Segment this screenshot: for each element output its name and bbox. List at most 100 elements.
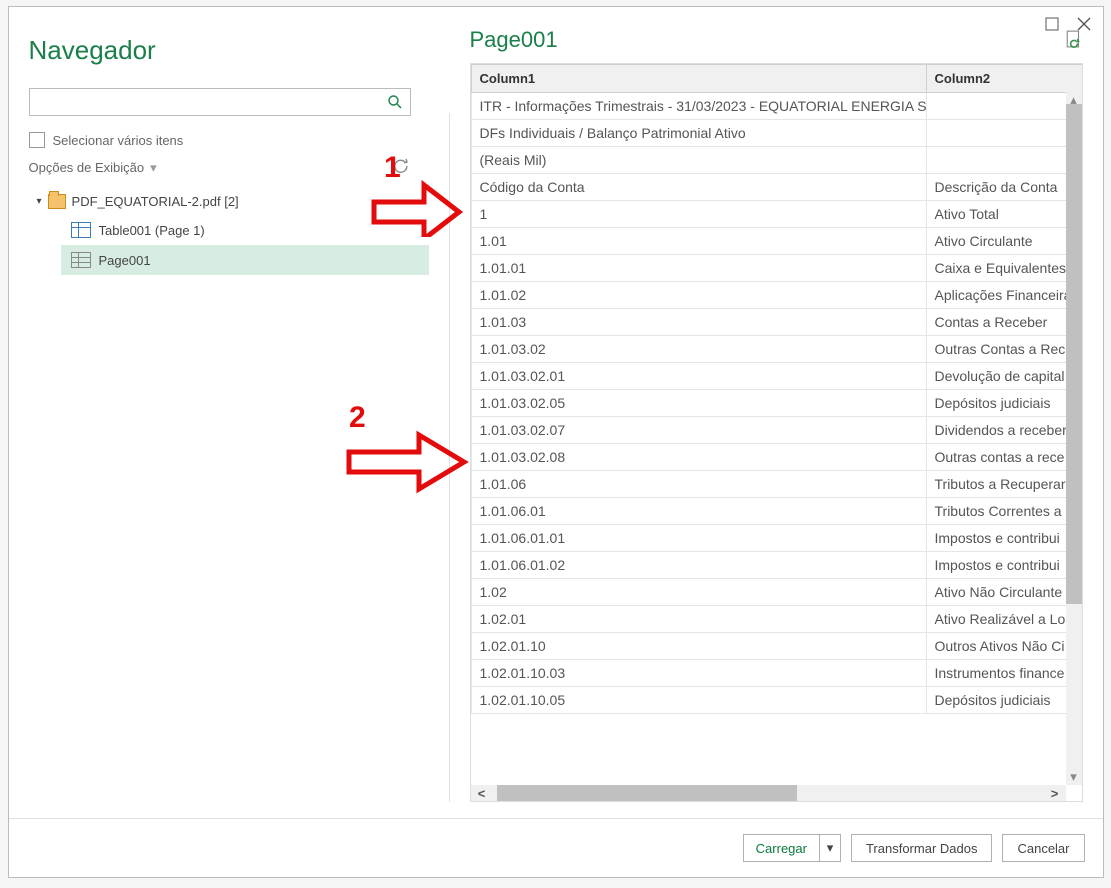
- table-cell: 1.01.03.02.01: [471, 363, 926, 390]
- table-cell: Instrumentos finance: [926, 660, 1083, 687]
- table-row[interactable]: DFs Individuais / Balanço Patrimonial At…: [471, 120, 1083, 147]
- tree-item-label: Table001 (Page 1): [99, 223, 205, 238]
- display-options-label: Opções de Exibição: [29, 160, 145, 175]
- table-row[interactable]: 1.01.02Aplicações Financeira: [471, 282, 1083, 309]
- table-cell: 1.01.02: [471, 282, 926, 309]
- table-cell: Código da Conta: [471, 174, 926, 201]
- table-cell: ITR - Informações Trimestrais - 31/03/20…: [471, 93, 926, 120]
- titlebar: [1033, 7, 1103, 63]
- tree-root-label: PDF_EQUATORIAL-2.pdf [2]: [72, 194, 239, 209]
- cancel-button[interactable]: Cancelar: [1002, 834, 1084, 862]
- annotation-arrow-2: 2: [339, 397, 469, 497]
- table-cell: 1.01.03.02: [471, 336, 926, 363]
- table-cell: [926, 120, 1083, 147]
- maximize-button[interactable]: [1043, 15, 1061, 33]
- table-cell: 1.01.03.02.05: [471, 390, 926, 417]
- table-cell: Ativo Circulante: [926, 228, 1083, 255]
- table-cell: Impostos e contribui: [926, 552, 1083, 579]
- table-row[interactable]: 1.02Ativo Não Circulante: [471, 579, 1083, 606]
- table-cell: Descrição da Conta: [926, 174, 1083, 201]
- scroll-left-icon[interactable]: <: [471, 786, 493, 801]
- table-icon: [71, 222, 91, 238]
- close-button[interactable]: [1075, 15, 1093, 33]
- column-header[interactable]: Column2: [926, 65, 1083, 93]
- search-box[interactable]: [29, 88, 411, 116]
- table-cell: 1: [471, 201, 926, 228]
- table-cell: Ativo Realizável a Lo: [926, 606, 1083, 633]
- caret-down-icon: ▾: [150, 160, 157, 176]
- tree-item-label: Page001: [99, 253, 151, 268]
- table-row[interactable]: 1.01.03.02.05Depósitos judiciais: [471, 390, 1083, 417]
- table-cell: Outras Contas a Rece: [926, 336, 1083, 363]
- tree-item[interactable]: Page001: [61, 245, 429, 275]
- table-cell: Depósitos judiciais: [926, 390, 1083, 417]
- load-dropdown-caret[interactable]: ▾: [819, 835, 840, 861]
- table-cell: Caixa e Equivalentes: [926, 255, 1083, 282]
- table-cell: Devolução de capital: [926, 363, 1083, 390]
- table-row[interactable]: 1.01.03.02.08Outras contas a rece: [471, 444, 1083, 471]
- table-cell: Aplicações Financeira: [926, 282, 1083, 309]
- multi-select-label: Selecionar vários itens: [53, 133, 184, 148]
- table-cell: 1.01.06.01: [471, 498, 926, 525]
- vertical-scrollbar[interactable]: ▴ ▾: [1066, 92, 1082, 785]
- annotation-arrow-1: 1: [364, 147, 464, 237]
- table-cell: 1.01.03.02.07: [471, 417, 926, 444]
- table-row[interactable]: Código da ContaDescrição da Conta: [471, 174, 1083, 201]
- table-row[interactable]: 1Ativo Total: [471, 201, 1083, 228]
- table-cell: 1.01: [471, 228, 926, 255]
- table-cell: Tributos a Recuperar: [926, 471, 1083, 498]
- vertical-scroll-thumb[interactable]: [1066, 104, 1082, 604]
- multi-select-checkbox[interactable]: [29, 132, 45, 148]
- table-row[interactable]: 1.01.01Caixa e Equivalentes: [471, 255, 1083, 282]
- table-row[interactable]: 1.01.03.02.07Dividendos a receber: [471, 417, 1083, 444]
- multi-select-row[interactable]: Selecionar vários itens: [29, 132, 429, 148]
- table-cell: 1.01.03: [471, 309, 926, 336]
- table-cell: Contas a Receber: [926, 309, 1083, 336]
- table-row[interactable]: (Reais Mil): [471, 147, 1083, 174]
- table-row[interactable]: 1.01.06Tributos a Recuperar: [471, 471, 1083, 498]
- horizontal-scroll-thumb[interactable]: [497, 785, 797, 801]
- transform-button[interactable]: Transformar Dados: [851, 834, 993, 862]
- table-cell: Tributos Correntes a: [926, 498, 1083, 525]
- table-row[interactable]: 1.01.03.02Outras Contas a Rece: [471, 336, 1083, 363]
- table-row[interactable]: 1.01.06.01Tributos Correntes a: [471, 498, 1083, 525]
- table-row[interactable]: 1.01.03.02.01Devolução de capital: [471, 363, 1083, 390]
- horizontal-scrollbar[interactable]: < >: [471, 785, 1066, 801]
- table-row[interactable]: 1.02.01Ativo Realizável a Lo: [471, 606, 1083, 633]
- table-row[interactable]: 1.02.01.10.05Depósitos judiciais: [471, 687, 1083, 714]
- table-cell: (Reais Mil): [471, 147, 926, 174]
- table-cell: [926, 93, 1083, 120]
- navigator-dialog: Navegador Selecionar vários itens Opções…: [8, 6, 1104, 878]
- table-cell: Depósitos judiciais: [926, 687, 1083, 714]
- column-header[interactable]: Column1: [471, 65, 926, 93]
- table-cell: 1.01.06.01.01: [471, 525, 926, 552]
- table-row[interactable]: 1.01.06.01.02Impostos e contribui: [471, 552, 1083, 579]
- table-cell: 1.02: [471, 579, 926, 606]
- load-button[interactable]: Carregar ▾: [743, 834, 841, 862]
- table-cell: Outras contas a rece: [926, 444, 1083, 471]
- table-cell: Outros Ativos Não Ci: [926, 633, 1083, 660]
- table-row[interactable]: 1.02.01.10Outros Ativos Não Ci: [471, 633, 1083, 660]
- table-cell: 1.01.03.02.08: [471, 444, 926, 471]
- scroll-down-icon[interactable]: ▾: [1066, 769, 1082, 785]
- table-row[interactable]: 1.01.06.01.01Impostos e contribui: [471, 525, 1083, 552]
- table-row[interactable]: ITR - Informações Trimestrais - 31/03/20…: [471, 93, 1083, 120]
- scroll-right-icon[interactable]: >: [1044, 786, 1066, 801]
- search-input[interactable]: [30, 95, 380, 110]
- table-row[interactable]: 1.01Ativo Circulante: [471, 228, 1083, 255]
- table-cell: 1.02.01: [471, 606, 926, 633]
- table-row[interactable]: 1.02.01.10.03Instrumentos finance: [471, 660, 1083, 687]
- table-cell: Dividendos a receber: [926, 417, 1083, 444]
- expand-icon[interactable]: ▾: [37, 196, 42, 207]
- search-icon[interactable]: [380, 94, 410, 110]
- dialog-footer: Carregar ▾ Transformar Dados Cancelar: [9, 818, 1103, 877]
- table-cell: [926, 147, 1083, 174]
- table-cell: 1.01.06.01.02: [471, 552, 926, 579]
- table-cell: 1.01.06: [471, 471, 926, 498]
- load-button-label[interactable]: Carregar: [744, 835, 819, 861]
- preview-title: Page001: [470, 27, 558, 53]
- table-row[interactable]: 1.01.03Contas a Receber: [471, 309, 1083, 336]
- table-cell: Impostos e contribui: [926, 525, 1083, 552]
- preview-panel: Page001 Column1Column2 ITR - Informações…: [470, 27, 1083, 802]
- display-options-dropdown[interactable]: Opções de Exibição ▾: [29, 160, 157, 176]
